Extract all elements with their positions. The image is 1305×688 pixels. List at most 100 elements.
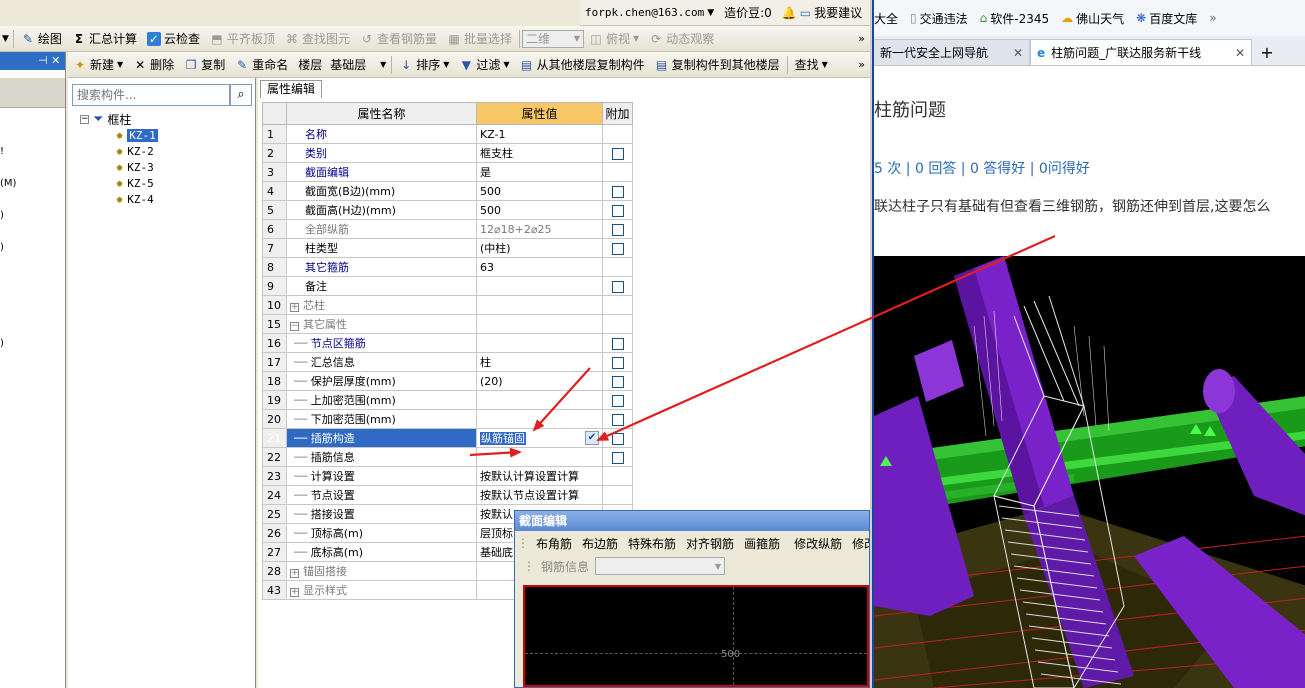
toolbar-overflow-icon[interactable]: » bbox=[853, 54, 870, 76]
property-value[interactable]: (中柱) bbox=[476, 238, 603, 258]
floor-select[interactable]: 基础层 ▼ bbox=[327, 56, 389, 74]
pin-icon[interactable]: ⊣ bbox=[38, 54, 48, 67]
top-view-button[interactable]: ◫ 俯视 ▼ bbox=[584, 28, 644, 50]
copy-from-floor-button[interactable]: ▤ 从其他楼层复制构件 bbox=[515, 54, 650, 76]
extra-checkbox[interactable] bbox=[611, 394, 624, 407]
draw-stirrup-button[interactable]: 画箍筋 bbox=[739, 535, 785, 552]
summary-calc-button[interactable]: Σ 汇总计算 bbox=[67, 28, 142, 50]
property-row[interactable]: 18 ── 保护层厚度(mm) (20) bbox=[262, 371, 633, 391]
property-row[interactable]: 2 类别 框支柱 bbox=[262, 143, 633, 163]
property-row[interactable]: 21 ── 插筋构造 ✔ 纵筋锚固 bbox=[262, 428, 633, 448]
property-row[interactable]: 7 柱类型 (中柱) bbox=[262, 238, 633, 258]
bookmark-item[interactable]: ⌂ 软件-2345 bbox=[974, 10, 1056, 27]
expand-icon[interactable]: + bbox=[290, 569, 299, 578]
property-value[interactable] bbox=[476, 295, 603, 315]
align-slab-top-button[interactable]: ⬒ 平齐板顶 bbox=[205, 28, 280, 50]
property-row[interactable]: 6 全部纵筋 12⌀18+2⌀25 bbox=[262, 219, 633, 239]
property-row[interactable]: 24 ── 节点设置 按默认节点设置计算 bbox=[262, 485, 633, 505]
delete-button[interactable]: ✕ 删除 bbox=[128, 54, 179, 76]
extra-checkbox[interactable] bbox=[611, 242, 624, 255]
property-value[interactable] bbox=[476, 447, 603, 467]
tree-item-kz-3[interactable]: ✹ KZ-3 bbox=[116, 160, 154, 174]
property-row[interactable]: 3 截面编辑 是 bbox=[262, 162, 633, 182]
cloud-check-button[interactable]: ✓ 云检查 bbox=[142, 28, 205, 50]
question-stats[interactable]: 5 次 | 0 回答 | 0 答得好 | 0问得好 bbox=[874, 158, 1090, 178]
account-email[interactable]: forpk.chen@163.com ▼ bbox=[580, 2, 719, 24]
edge-rebar-button[interactable]: 布边筋 bbox=[577, 535, 623, 552]
browser-tab-active[interactable]: e 柱筋问题_广联达服务新干线 ✕ bbox=[1030, 39, 1252, 65]
special-rebar-button[interactable]: 特殊布筋 bbox=[623, 535, 681, 552]
extra-checkbox[interactable] bbox=[611, 432, 624, 445]
property-value[interactable] bbox=[476, 390, 603, 410]
expand-icon[interactable]: + bbox=[290, 588, 299, 597]
collapse-icon[interactable]: − bbox=[80, 115, 89, 124]
copy-button[interactable]: ❐ 复制 bbox=[179, 54, 230, 76]
suggest-button[interactable]: 🔔 ▭ 我要建议 bbox=[777, 2, 867, 24]
collapse-icon[interactable]: − bbox=[290, 322, 299, 331]
close-icon[interactable]: ✕ bbox=[51, 54, 60, 67]
property-value[interactable]: (20) bbox=[476, 371, 603, 391]
align-rebar-button[interactable]: 对齐钢筋 bbox=[681, 535, 739, 552]
property-row[interactable]: 19 ── 上加密范围(mm) bbox=[262, 390, 633, 410]
property-value[interactable] bbox=[476, 409, 603, 429]
property-value[interactable]: 是 bbox=[476, 162, 603, 182]
property-value[interactable]: 按默认计算设置计算 bbox=[476, 466, 603, 486]
property-value[interactable]: 按默认节点设置计算 bbox=[476, 485, 603, 505]
toolbar-chevron-icon[interactable]: ▼ bbox=[0, 28, 11, 50]
bookmark-item[interactable]: 大全 bbox=[874, 10, 904, 27]
property-row[interactable]: 4 截面宽(B边)(mm) 500 bbox=[262, 181, 633, 201]
extra-checkbox[interactable] bbox=[611, 147, 624, 160]
extra-checkbox[interactable] bbox=[611, 413, 624, 426]
property-row[interactable]: 8 其它箍筋 63 bbox=[262, 257, 633, 277]
close-icon[interactable]: ✕ bbox=[1013, 46, 1023, 60]
extra-checkbox[interactable] bbox=[611, 280, 624, 293]
property-row[interactable]: 10 + 芯柱 bbox=[262, 295, 633, 315]
property-value[interactable] bbox=[476, 333, 603, 353]
property-row[interactable]: 16 ── 节点区箍筋 bbox=[262, 333, 633, 353]
batch-select-button[interactable]: ▦ 批量选择 bbox=[442, 28, 517, 50]
modify-long-rebar-button[interactable]: 修改纵筋 bbox=[789, 535, 847, 552]
property-value[interactable]: 500 bbox=[476, 181, 603, 201]
bookmark-item[interactable]: ☁ 佛山天气 bbox=[1055, 10, 1130, 27]
tree-item-kz-5[interactable]: ✹ KZ-5 bbox=[116, 176, 154, 190]
property-value[interactable] bbox=[476, 276, 603, 296]
view-mode-select[interactable]: 二维 ▼ bbox=[522, 29, 585, 48]
new-button[interactable]: ✦ 新建 ▼ bbox=[68, 54, 128, 76]
toolbar-overflow-icon[interactable]: » bbox=[853, 28, 870, 50]
property-value[interactable]: 500 bbox=[476, 200, 603, 220]
property-row[interactable]: 5 截面高(H边)(mm) 500 bbox=[262, 200, 633, 220]
property-row[interactable]: 22 ── 插筋信息 bbox=[262, 447, 633, 467]
dropdown-check-icon[interactable]: ✔ bbox=[585, 431, 599, 445]
dynamic-orbit-button[interactable]: ⟳ 动态观察 bbox=[644, 28, 719, 50]
tree-root-frame-column[interactable]: − ⏷ 框柱 bbox=[80, 111, 131, 128]
draw-button[interactable]: ✎ 绘图 bbox=[16, 28, 67, 50]
tab-property-edit[interactable]: 属性编辑 bbox=[260, 80, 323, 98]
close-icon[interactable]: ✕ bbox=[1235, 46, 1245, 60]
tree-item-kz-2[interactable]: ✹ KZ-2 bbox=[116, 144, 154, 158]
corner-rebar-button[interactable]: 布角筋 bbox=[531, 535, 577, 552]
extra-checkbox[interactable] bbox=[611, 451, 624, 464]
browser-tab[interactable]: 新一代安全上网导航 ✕ bbox=[874, 39, 1030, 65]
view-rebar-qty-button[interactable]: ↺ 查看钢筋量 bbox=[355, 28, 442, 50]
expand-icon[interactable]: + bbox=[290, 303, 299, 312]
property-row[interactable]: 1 名称 KZ-1 bbox=[262, 124, 633, 144]
property-value[interactable]: 63 bbox=[476, 257, 603, 277]
extra-checkbox[interactable] bbox=[611, 337, 624, 350]
search-icon[interactable]: ⌕ bbox=[230, 84, 252, 106]
property-value[interactable]: 柱 bbox=[476, 352, 603, 372]
tree-item-kz-1[interactable]: ✹ KZ-1 bbox=[116, 128, 158, 142]
extra-checkbox[interactable] bbox=[611, 356, 624, 369]
component-search-input[interactable] bbox=[72, 84, 230, 106]
bookmark-item[interactable]: ❋ 百度文库 bbox=[1130, 10, 1203, 27]
rebar-info-select[interactable]: ▼ bbox=[595, 557, 726, 575]
extra-checkbox[interactable] bbox=[611, 185, 624, 198]
sort-button[interactable]: ↓ 排序 ▼ bbox=[394, 54, 454, 76]
property-row[interactable]: 15− 其它属性 bbox=[262, 314, 633, 334]
extra-checkbox[interactable] bbox=[611, 375, 624, 388]
extra-checkbox[interactable] bbox=[611, 204, 624, 217]
property-row[interactable]: 20 ── 下加密范围(mm) bbox=[262, 409, 633, 429]
property-row[interactable]: 17 ── 汇总信息柱 bbox=[262, 352, 633, 372]
bookmark-overflow-icon[interactable]: » bbox=[1203, 11, 1222, 25]
find-button[interactable]: 查找 ▼ bbox=[790, 54, 833, 76]
property-value[interactable]: ✔ 纵筋锚固 bbox=[476, 428, 603, 448]
